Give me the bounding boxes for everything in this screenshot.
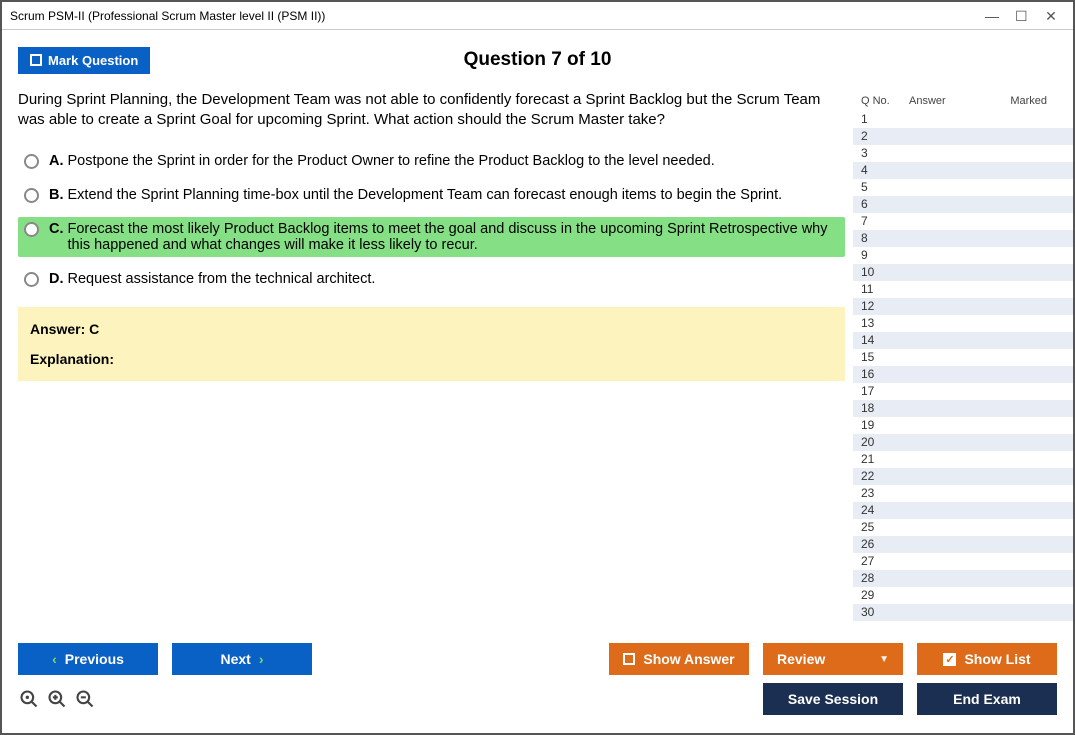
option-letter: D. <box>49 271 64 287</box>
header-row: Mark Question Question 7 of 10 <box>2 30 1073 80</box>
navigator-header: Q No. Answer Marked <box>853 91 1073 111</box>
navigator-row[interactable]: 7 <box>853 213 1073 230</box>
zoom-reset-icon[interactable] <box>18 688 40 710</box>
review-button[interactable]: Review ▼ <box>763 643 903 675</box>
show-answer-button[interactable]: Show Answer <box>609 643 749 675</box>
explanation-label: Explanation: <box>30 351 833 367</box>
navigator-row[interactable]: 17 <box>853 383 1073 400</box>
navigator-row[interactable]: 20 <box>853 434 1073 451</box>
review-label: Review <box>777 651 825 667</box>
close-icon[interactable]: ✕ <box>1045 9 1057 23</box>
show-list-label: Show List <box>964 651 1030 667</box>
minimize-icon[interactable]: — <box>985 9 997 23</box>
option-d[interactable]: D. Request assistance from the technical… <box>18 267 845 291</box>
navigator-row[interactable]: 16 <box>853 366 1073 383</box>
content-row: During Sprint Planning, the Development … <box>2 80 1073 635</box>
navigator-row[interactable]: 25 <box>853 519 1073 536</box>
option-a[interactable]: A. Postpone the Sprint in order for the … <box>18 149 845 173</box>
navigator-row[interactable]: 24 <box>853 502 1073 519</box>
previous-button[interactable]: ‹ Previous <box>18 643 158 675</box>
option-c[interactable]: C. Forecast the most likely Product Back… <box>18 217 845 257</box>
chevron-left-icon: ‹ <box>52 651 57 667</box>
maximize-icon[interactable]: ☐ <box>1015 9 1027 23</box>
navigator-row[interactable]: 11 <box>853 281 1073 298</box>
navigator-row[interactable]: 10 <box>853 264 1073 281</box>
button-row-1: ‹ Previous Next › Show Answer Review ▼ ✓… <box>18 643 1057 675</box>
window-title: Scrum PSM-II (Professional Scrum Master … <box>10 9 985 23</box>
navigator-row[interactable]: 2 <box>853 128 1073 145</box>
zoom-in-icon[interactable] <box>46 688 68 710</box>
navigator-row[interactable]: 23 <box>853 485 1073 502</box>
navigator-row[interactable]: 14 <box>853 332 1073 349</box>
radio-icon[interactable] <box>24 154 39 169</box>
mark-question-label: Mark Question <box>48 53 138 68</box>
chevron-right-icon: › <box>259 651 264 667</box>
navigator-list[interactable]: 1234567891011121314151617181920212223242… <box>853 111 1073 625</box>
checkmark-icon: ✓ <box>943 653 956 666</box>
navigator-row[interactable]: 19 <box>853 417 1073 434</box>
options-list: A. Postpone the Sprint in order for the … <box>18 149 845 291</box>
app-window: Scrum PSM-II (Professional Scrum Master … <box>0 0 1075 735</box>
checkbox-icon <box>623 653 635 665</box>
navigator-row[interactable]: 30 <box>853 604 1073 621</box>
option-text: Extend the Sprint Planning time-box unti… <box>68 187 783 203</box>
navigator-row[interactable]: 15 <box>853 349 1073 366</box>
save-session-label: Save Session <box>788 691 878 707</box>
save-session-button[interactable]: Save Session <box>763 683 903 715</box>
chevron-down-icon: ▼ <box>879 654 889 665</box>
end-exam-label: End Exam <box>953 691 1021 707</box>
navigator-row[interactable]: 5 <box>853 179 1073 196</box>
radio-icon[interactable] <box>24 222 39 237</box>
show-list-button[interactable]: ✓ Show List <box>917 643 1057 675</box>
question-navigator: Q No. Answer Marked 12345678910111213141… <box>853 90 1073 625</box>
button-row-2: Save Session End Exam <box>18 683 1057 715</box>
navigator-row[interactable]: 1 <box>853 111 1073 128</box>
col-qno: Q No. <box>861 95 909 107</box>
navigator-row[interactable]: 6 <box>853 196 1073 213</box>
radio-icon[interactable] <box>24 272 39 287</box>
end-exam-button[interactable]: End Exam <box>917 683 1057 715</box>
navigator-row[interactable]: 9 <box>853 247 1073 264</box>
option-text: Postpone the Sprint in order for the Pro… <box>68 153 715 169</box>
titlebar: Scrum PSM-II (Professional Scrum Master … <box>2 2 1073 30</box>
zoom-out-icon[interactable] <box>74 688 96 710</box>
col-marked: Marked <box>979 95 1067 107</box>
option-text: Request assistance from the technical ar… <box>68 271 376 287</box>
footer: ‹ Previous Next › Show Answer Review ▼ ✓… <box>2 635 1073 733</box>
option-letter: C. <box>49 221 64 237</box>
answer-label: Answer: C <box>30 321 833 337</box>
navigator-row[interactable]: 12 <box>853 298 1073 315</box>
next-button[interactable]: Next › <box>172 643 312 675</box>
mark-question-button[interactable]: Mark Question <box>18 47 150 74</box>
navigator-row[interactable]: 26 <box>853 536 1073 553</box>
navigator-row[interactable]: 18 <box>853 400 1073 417</box>
radio-icon[interactable] <box>24 188 39 203</box>
question-counter: Question 7 of 10 <box>464 49 612 71</box>
previous-label: Previous <box>65 651 124 667</box>
checkbox-icon <box>30 54 42 66</box>
navigator-row[interactable]: 28 <box>853 570 1073 587</box>
navigator-row[interactable]: 21 <box>853 451 1073 468</box>
window-controls: — ☐ ✕ <box>985 9 1065 23</box>
question-text: During Sprint Planning, the Development … <box>18 90 845 131</box>
navigator-row[interactable]: 3 <box>853 145 1073 162</box>
navigator-row[interactable]: 13 <box>853 315 1073 332</box>
zoom-controls <box>18 688 96 710</box>
main-column: During Sprint Planning, the Development … <box>18 90 845 625</box>
next-label: Next <box>220 651 250 667</box>
option-letter: B. <box>49 187 64 203</box>
navigator-row[interactable]: 27 <box>853 553 1073 570</box>
navigator-row[interactable]: 4 <box>853 162 1073 179</box>
col-answer: Answer <box>909 95 979 107</box>
option-text: Forecast the most likely Product Backlog… <box>68 221 840 253</box>
navigator-row[interactable]: 29 <box>853 587 1073 604</box>
show-answer-label: Show Answer <box>643 651 734 667</box>
answer-panel: Answer: C Explanation: <box>18 307 845 381</box>
navigator-row[interactable]: 8 <box>853 230 1073 247</box>
option-letter: A. <box>49 153 64 169</box>
option-b[interactable]: B. Extend the Sprint Planning time-box u… <box>18 183 845 207</box>
navigator-row[interactable]: 22 <box>853 468 1073 485</box>
